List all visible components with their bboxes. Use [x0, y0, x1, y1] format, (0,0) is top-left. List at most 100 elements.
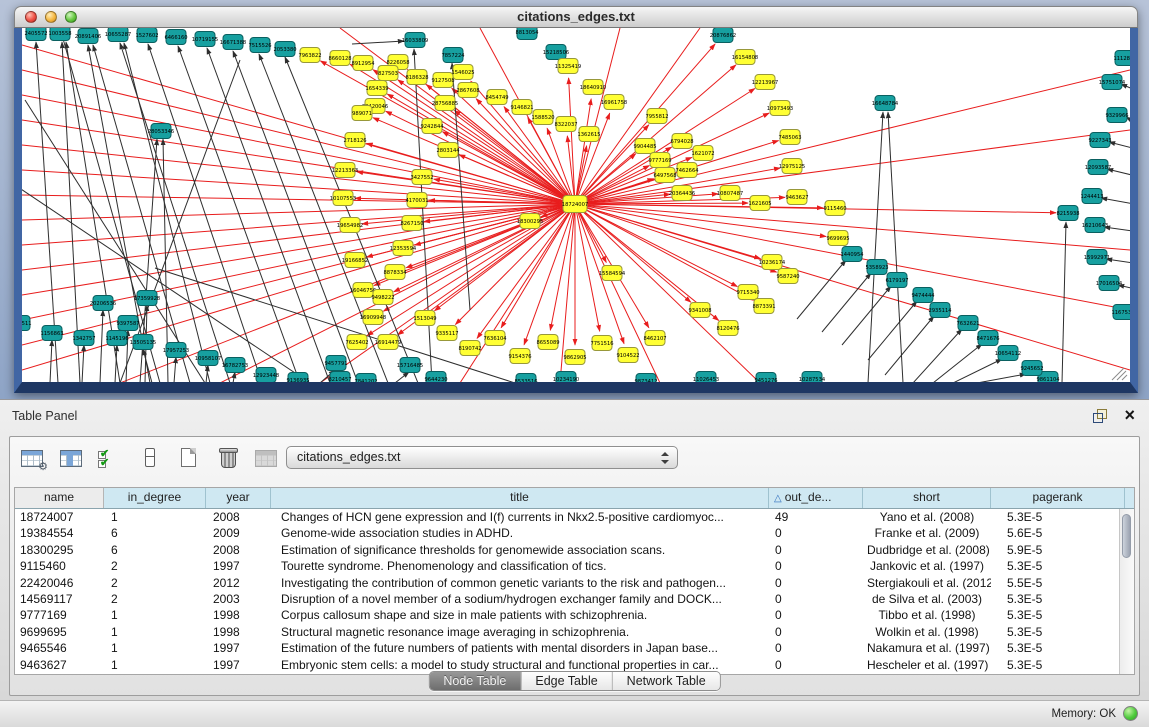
table-select-dropdown[interactable]: citations_edges.txt	[286, 446, 678, 469]
table-cell: 5.5E-5	[991, 575, 1125, 591]
graph-node-label: 7515526	[248, 43, 271, 49]
table-cell: 2008	[206, 509, 271, 525]
scrollbar-thumb[interactable]	[1122, 514, 1131, 558]
graph-node-label: 9644230	[424, 377, 447, 382]
graph-node-label: 7955812	[645, 114, 668, 120]
graph-node-label: 16648784	[872, 101, 899, 107]
table-cell: 2	[104, 591, 206, 607]
tab-network-table[interactable]: Network Table	[613, 672, 720, 690]
network-view[interactable]: 2405572100355820891406106552871527602646…	[14, 28, 1138, 393]
float-panel-icon[interactable]	[1093, 409, 1107, 423]
table-cell: Wolkin et al. (1998)	[863, 624, 991, 640]
graph-node-label: 10958107	[195, 356, 221, 362]
graph-node-label: 1156863	[40, 331, 63, 337]
graph-node-label: 1588520	[531, 115, 554, 121]
close-window-button[interactable]	[25, 11, 37, 23]
network-canvas[interactable]: 2405572100355820891406106552871527602646…	[22, 28, 1130, 382]
graph-node-label: 11026453	[693, 377, 719, 382]
graph-node-label: 8813054	[515, 30, 539, 36]
delete-table-icon[interactable]	[213, 443, 243, 473]
window-title: citations_edges.txt	[15, 7, 1137, 27]
select-column-icon[interactable]	[57, 443, 87, 473]
select-rows-icon[interactable]: ✔ ✔	[96, 443, 126, 473]
graph-node-label: 1621605	[748, 201, 771, 207]
table-cell: 5.3E-5	[991, 624, 1125, 640]
table-cell: 1997	[206, 558, 271, 574]
graph-node-label: 9474444	[911, 293, 935, 299]
table-row[interactable]: 1830029562008Estimation of significance …	[15, 542, 1134, 558]
graph-node-label: 1145196	[105, 336, 128, 342]
table-settings-icon[interactable]: ⚙	[18, 443, 48, 473]
graph-node-label: 9873412	[634, 379, 657, 382]
graph-node-label: 1112845	[1113, 56, 1130, 62]
close-panel-icon[interactable]: ×	[1124, 404, 1135, 426]
merge-tables-icon[interactable]	[135, 443, 165, 473]
graph-node-label: 8462107	[643, 336, 666, 342]
graph-node-label: 9127508	[431, 78, 454, 84]
table-cell: 2	[104, 575, 206, 591]
table-cell: 9115460	[15, 558, 104, 574]
table-row[interactable]: 2242004622012Investigating the contribut…	[15, 575, 1134, 591]
graph-node-label: 6179197	[885, 278, 908, 284]
table-row[interactable]: 1938455462009Genome-wide association stu…	[15, 525, 1134, 541]
graph-node-label: 9463627	[785, 195, 808, 201]
graph-node-label: 16046756	[350, 288, 376, 294]
graph-node-label: 8660128	[328, 56, 351, 62]
graph-node-label: 17359928	[134, 296, 160, 302]
column-header-year[interactable]: year	[206, 488, 271, 508]
zoom-window-button[interactable]	[65, 11, 77, 23]
graph-node-label: 8215938	[1056, 211, 1079, 217]
column-header-out_de[interactable]: △out_de...	[769, 488, 863, 508]
table-row[interactable]: 977716911998Corpus callosum shape and si…	[15, 607, 1134, 623]
vertical-scrollbar[interactable]	[1119, 509, 1134, 674]
graph-node-label: 15992971	[1084, 255, 1110, 261]
table-cell: 18300295	[15, 542, 104, 558]
table-cell: 1	[104, 640, 206, 656]
network-window[interactable]: citations_edges.txt 24055721003558208914…	[14, 6, 1138, 393]
graph-node-label: 8471676	[976, 336, 999, 342]
table-cell: Hescheler et al. (1997)	[863, 657, 991, 673]
memory-status-label: Memory: OK	[1051, 708, 1116, 720]
minimize-window-button[interactable]	[45, 11, 57, 23]
graph-node-label: 18640910	[580, 85, 606, 91]
tab-node-table[interactable]: Node Table	[429, 672, 521, 690]
table-cell: 0	[769, 591, 863, 607]
table-row[interactable]: 1872400712008Changes of HCN gene express…	[15, 509, 1134, 525]
graph-node-label: 989071	[352, 111, 372, 117]
table-header-row: namein_degreeyeartitle△out_de...shortpag…	[15, 488, 1134, 509]
memory-ok-icon[interactable]	[1123, 706, 1138, 721]
column-header-in_degree[interactable]: in_degree	[104, 488, 206, 508]
table-cell: Corpus callosum shape and size in male p…	[271, 607, 769, 623]
table-cell: 6	[104, 542, 206, 558]
graph-node-label: 9777169	[648, 158, 671, 164]
table-cell: Disruption of a novel member of a sodium…	[271, 591, 769, 607]
graph-node-label: 8873391	[752, 304, 775, 310]
tab-edge-table[interactable]: Edge Table	[521, 672, 612, 690]
table-cell: 2003	[206, 591, 271, 607]
sort-ascending-icon: △	[774, 493, 782, 504]
window-titlebar[interactable]: citations_edges.txt	[14, 6, 1138, 28]
column-header-title[interactable]: title	[271, 488, 769, 508]
table-row[interactable]: 946554611997Estimation of the future num…	[15, 640, 1134, 656]
table-row[interactable]: 969969511998Structural magnetic resonanc…	[15, 624, 1134, 640]
graph-node-label: 1621072	[691, 151, 714, 157]
table-row[interactable]: 911546021997Tourette syndrome. Phenomeno…	[15, 558, 1134, 574]
table-row[interactable]: 1456911722003Disruption of a novel membe…	[15, 591, 1134, 607]
import-table-disabled-icon	[252, 443, 282, 473]
graph-node-label: 5358923	[865, 265, 888, 271]
graph-node-label: 18300295	[517, 219, 543, 225]
graph-node-label: 4170031	[405, 198, 428, 204]
column-header-short[interactable]: short	[863, 488, 991, 508]
graph-node-label: 1513049	[413, 316, 436, 322]
graph-node-label: 9335117	[435, 331, 458, 337]
table-cell: 0	[769, 624, 863, 640]
table-cell: 49	[769, 509, 863, 525]
column-header-name[interactable]: name	[15, 488, 104, 508]
graph-node-label: 2405572	[24, 31, 47, 37]
graph-node-label: 9115460	[823, 206, 846, 212]
new-document-icon[interactable]	[174, 443, 204, 473]
graph-node-label: 3427552	[410, 175, 433, 181]
graph-node-label: 1167531	[1111, 310, 1130, 316]
status-bar: Memory: OK	[0, 700, 1149, 727]
column-header-pagerank[interactable]: pagerank	[991, 488, 1125, 508]
